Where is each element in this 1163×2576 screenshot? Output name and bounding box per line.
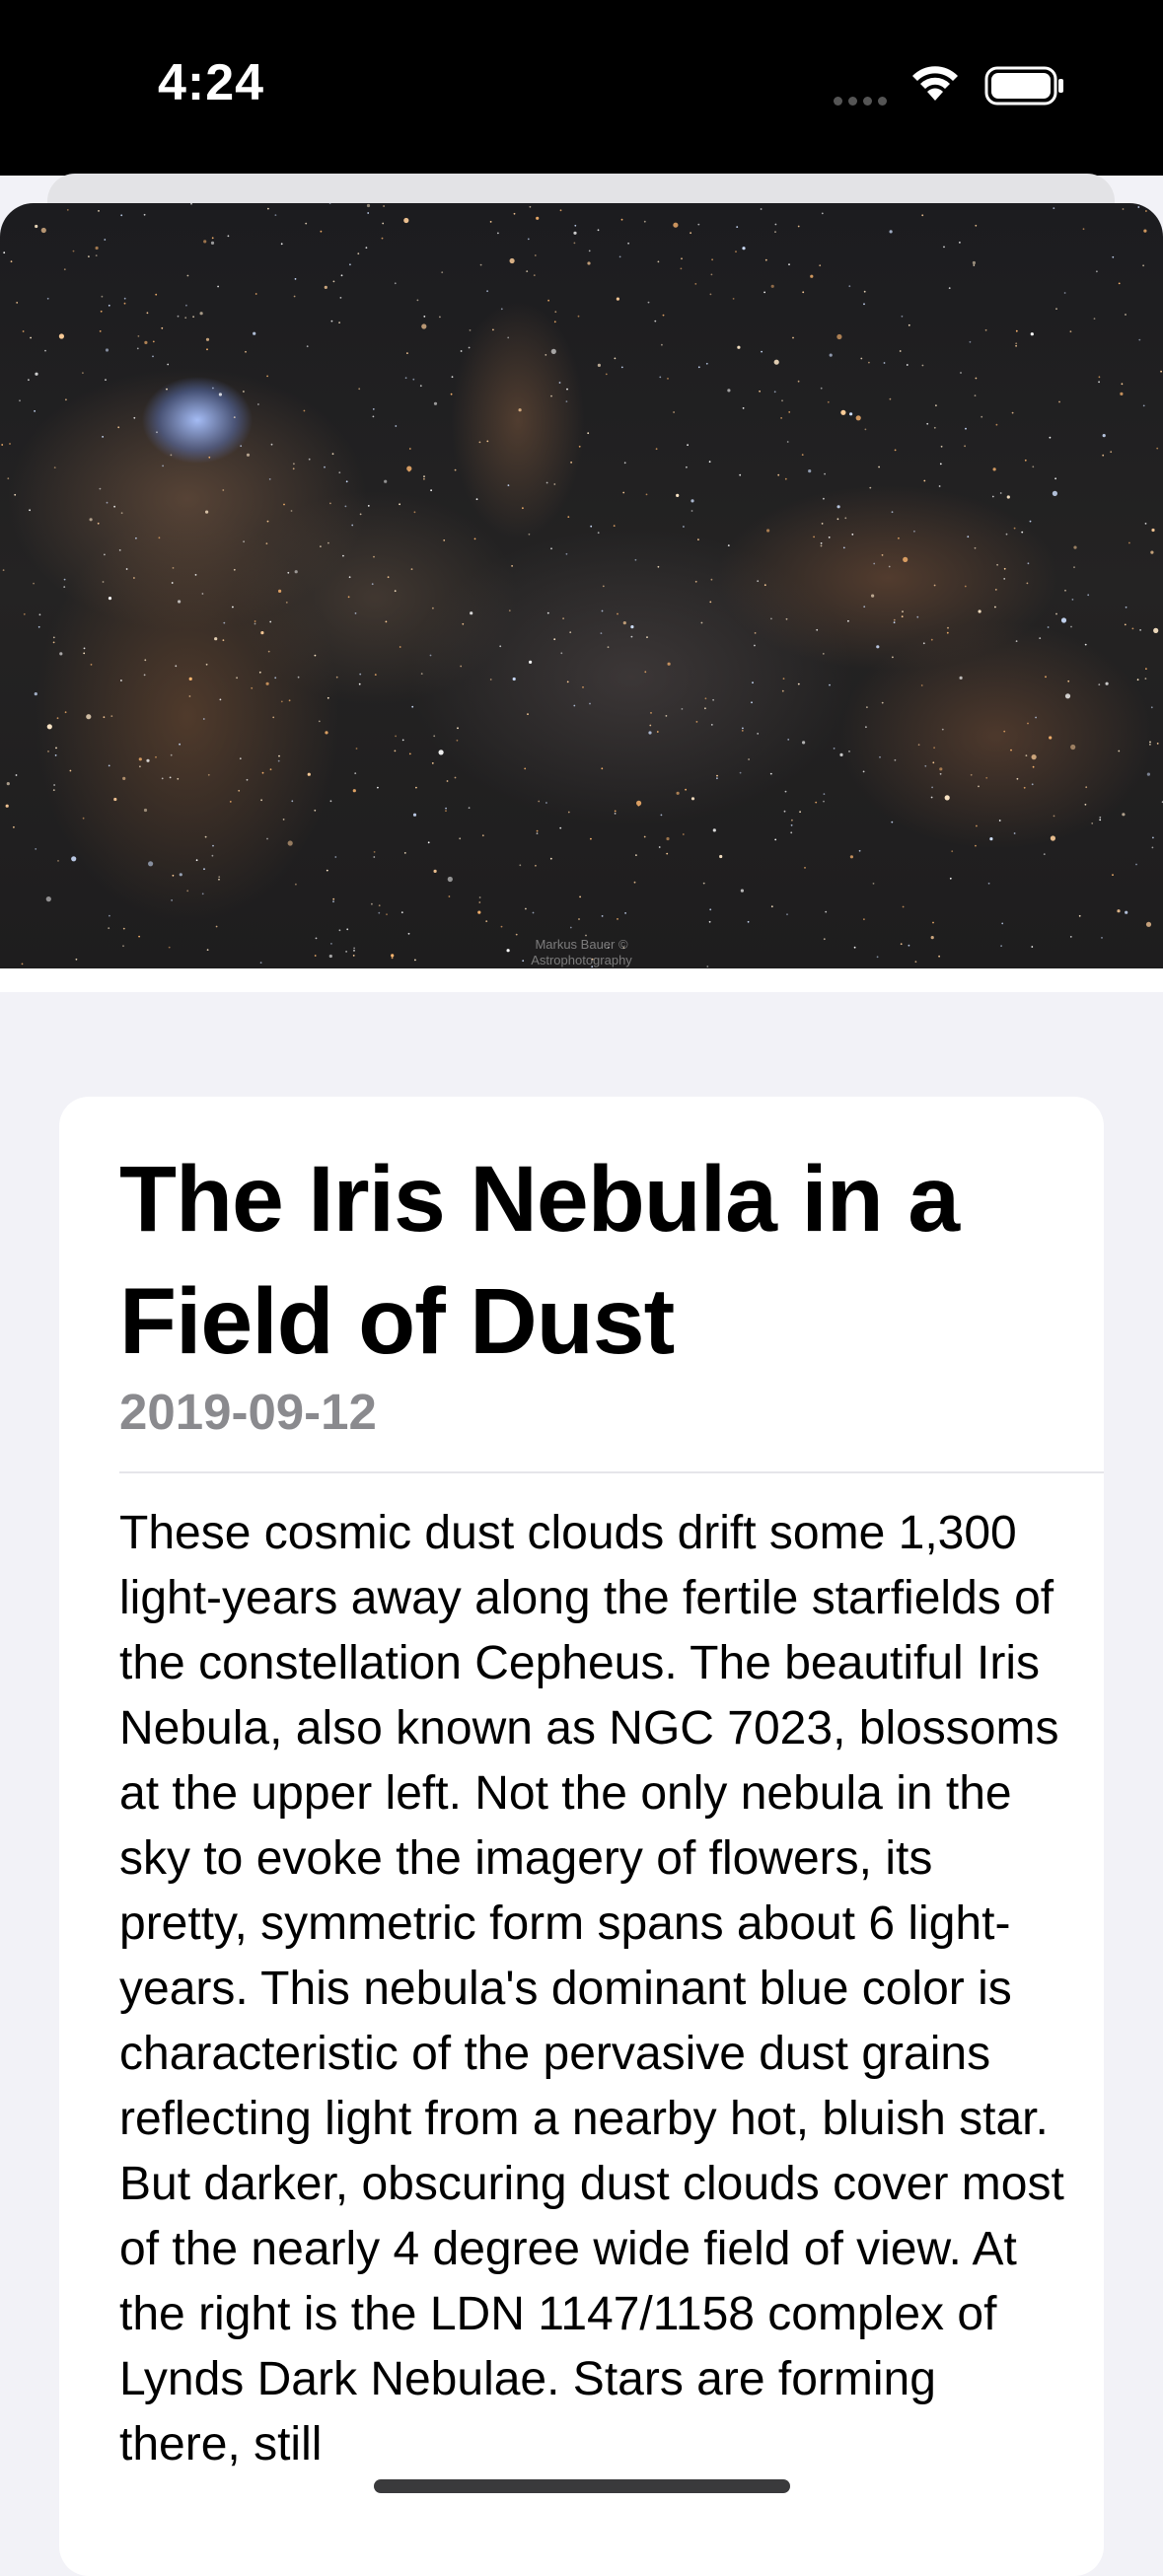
- status-time: 4:24: [158, 54, 265, 111]
- image-credit-line1: Markus Bauer ©: [535, 937, 628, 952]
- battery-icon: [984, 65, 1065, 111]
- wifi-icon: [909, 61, 961, 107]
- image-credit-line2: Astrophotography: [531, 953, 632, 967]
- status-bar: 4:24: [0, 0, 1163, 176]
- article-card: The Iris Nebula in a Field of Dust 2019-…: [59, 1097, 1104, 2576]
- hero-image[interactable]: Markus Bauer © Astrophotography: [0, 203, 1163, 968]
- image-bottom-gap: [0, 968, 1163, 992]
- starfield: [1, 203, 1163, 968]
- article-title: The Iris Nebula in a Field of Dust: [119, 1147, 960, 1374]
- article-explanation: These cosmic dust clouds drift some 1,30…: [119, 1507, 1064, 2470]
- article-date: 2019-09-12: [119, 1384, 377, 1440]
- divider: [119, 1471, 1104, 1473]
- home-indicator[interactable]: [374, 2479, 790, 2493]
- cellular-signal-icon: [834, 97, 887, 106]
